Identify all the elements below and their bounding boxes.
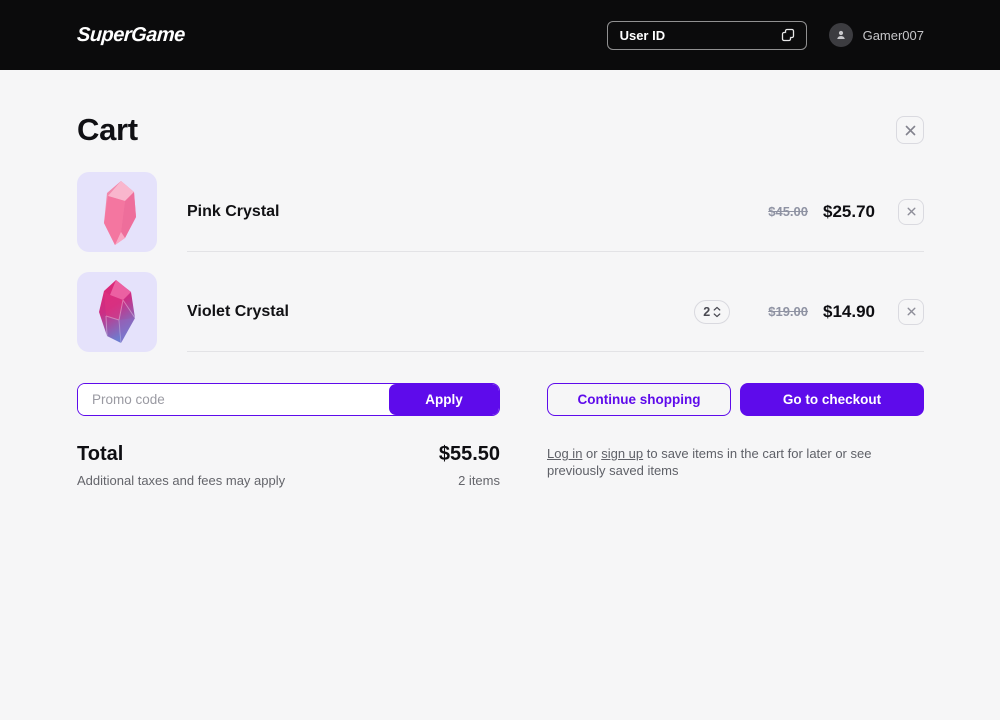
item-old-price: $19.00 (768, 304, 808, 319)
remove-item-button[interactable] (898, 299, 924, 325)
cart-item-violet-crystal: Violet Crystal 2 $19.00 $14.90 (77, 272, 924, 352)
auth-note: Log in or sign up to save items in the c… (547, 446, 907, 480)
item-pricing: $45.00 $25.70 (768, 199, 924, 225)
quantity-value: 2 (703, 305, 710, 319)
remove-item-button[interactable] (898, 199, 924, 225)
go-to-checkout-button[interactable]: Go to checkout (740, 383, 924, 416)
pink-crystal-image (77, 172, 157, 252)
stepper-arrows-icon (713, 306, 721, 318)
items-count: 2 items (458, 473, 500, 488)
user-icon (834, 28, 848, 42)
quantity-stepper[interactable]: 2 (694, 300, 730, 324)
item-price: $14.90 (823, 302, 875, 322)
app-header: SuperGame (0, 0, 1000, 70)
copy-icon (779, 26, 797, 44)
summary-column: Apply Total $55.50 Additional taxes and … (77, 383, 500, 488)
summary-subrow: Additional taxes and fees may apply 2 it… (77, 473, 500, 488)
item-thumbnail (77, 172, 157, 252)
avatar (829, 23, 853, 47)
promo-code-group: Apply (77, 383, 500, 416)
page-title: Cart (77, 112, 138, 148)
close-cart-button[interactable] (896, 116, 924, 144)
actions-column: Continue shopping Go to checkout Log in … (547, 383, 924, 488)
item-row: Violet Crystal 2 $19.00 $14.90 (187, 272, 924, 352)
cart-item-pink-crystal: Pink Crystal $45.00 $25.70 (77, 172, 924, 252)
user-id-box[interactable] (607, 21, 807, 50)
item-thumbnail (77, 272, 157, 352)
item-name: Violet Crystal (187, 303, 289, 321)
remove-icon (906, 206, 917, 217)
total-value: $55.50 (439, 443, 500, 466)
user-id-input[interactable] (620, 28, 779, 43)
header-right: Gamer007 (607, 21, 924, 50)
log-in-link[interactable]: Log in (547, 446, 582, 461)
total-row: Total $55.50 (77, 443, 500, 466)
item-old-price: $45.00 (768, 204, 808, 219)
violet-crystal-image (77, 272, 157, 352)
copy-button[interactable] (779, 26, 797, 44)
account-widget[interactable]: Gamer007 (829, 23, 924, 47)
cart-footer: Apply Total $55.50 Additional taxes and … (77, 383, 924, 488)
actions-row: Continue shopping Go to checkout (547, 383, 924, 416)
item-row: Pink Crystal $45.00 $25.70 (187, 172, 924, 252)
close-icon (904, 124, 917, 137)
item-name: Pink Crystal (187, 203, 279, 221)
taxes-note: Additional taxes and fees may apply (77, 473, 285, 488)
cart-page: Cart Pink Crystal (0, 70, 1000, 488)
continue-shopping-button[interactable]: Continue shopping (547, 383, 731, 416)
total-label: Total (77, 443, 123, 466)
logo: SuperGame (76, 24, 185, 47)
sign-up-link[interactable]: sign up (601, 446, 643, 461)
item-price: $25.70 (823, 202, 875, 222)
cart-header: Cart (77, 112, 924, 148)
auth-note-text: or (582, 446, 601, 461)
username-label: Gamer007 (863, 28, 924, 43)
remove-icon (906, 306, 917, 317)
apply-promo-button[interactable]: Apply (389, 384, 499, 415)
promo-code-input[interactable] (78, 384, 389, 415)
item-pricing: 2 $19.00 $14.90 (694, 299, 924, 325)
